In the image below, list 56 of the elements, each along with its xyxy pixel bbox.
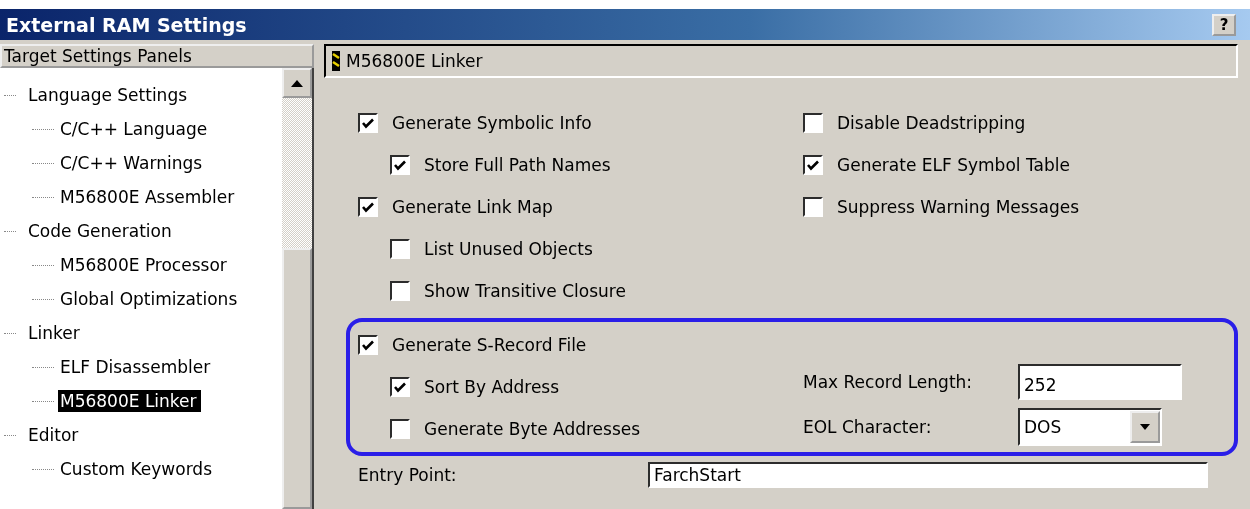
tree-item[interactable]: M56800E Assembler xyxy=(58,186,239,208)
tree-item[interactable]: Editor xyxy=(26,424,83,446)
tree-item[interactable]: C/C++ Language xyxy=(58,118,212,140)
checkbox[interactable] xyxy=(803,113,823,133)
checkbox-option[interactable]: Generate Byte Addresses xyxy=(358,408,803,450)
scroll-thumb[interactable] xyxy=(282,248,312,509)
field-label: Entry Point: xyxy=(358,465,458,485)
help-button[interactable]: ? xyxy=(1212,13,1236,36)
checkbox[interactable] xyxy=(390,155,410,175)
checkbox[interactable] xyxy=(358,113,378,133)
input-field[interactable]: FarchStart xyxy=(648,462,1208,488)
tree-item[interactable]: Linker xyxy=(26,322,84,344)
checkbox[interactable] xyxy=(803,197,823,217)
checkmark-icon xyxy=(394,381,406,393)
checkbox-option[interactable]: Store Full Path Names xyxy=(358,144,803,186)
tree-item[interactable]: Language Settings xyxy=(26,84,192,106)
tree-item[interactable]: ELF Disassembler xyxy=(58,356,215,378)
checkmark-icon xyxy=(394,159,406,171)
checkbox-option[interactable]: List Unused Objects xyxy=(358,228,803,270)
field-label: Max Record Length: xyxy=(803,372,974,392)
panel-title: M56800E Linker xyxy=(346,51,483,71)
checkbox[interactable] xyxy=(803,155,823,175)
caret-icon xyxy=(1140,424,1150,430)
window-title: External RAM Settings xyxy=(6,13,247,36)
checkbox-option[interactable]: Disable Deadstripping xyxy=(803,102,1238,144)
checkbox[interactable] xyxy=(390,239,410,259)
dropdown[interactable]: DOS xyxy=(1018,408,1162,446)
checkbox-option[interactable]: Generate S-Record File xyxy=(358,324,803,366)
checkbox-option[interactable]: Generate Symbolic Info xyxy=(358,102,803,144)
checkbox[interactable] xyxy=(358,197,378,217)
scrollbar[interactable] xyxy=(282,68,312,509)
checkbox-option[interactable]: Show Transitive Closure xyxy=(358,270,803,312)
checkmark-icon xyxy=(362,201,374,213)
checkbox[interactable] xyxy=(390,419,410,439)
tree-item[interactable]: M56800E Linker xyxy=(58,390,201,412)
panel-icon xyxy=(332,51,340,71)
input-field[interactable]: 252 xyxy=(1018,364,1182,400)
checkbox[interactable] xyxy=(390,377,410,397)
tree-item[interactable]: M56800E Processor xyxy=(58,254,231,276)
checkmark-icon xyxy=(362,117,374,129)
checkbox-option[interactable]: Generate ELF Symbol Table xyxy=(803,144,1238,186)
checkbox[interactable] xyxy=(390,281,410,301)
checkbox-option[interactable]: Generate Link Map xyxy=(358,186,803,228)
field-label: EOL Character: xyxy=(803,417,933,437)
checkbox-option[interactable]: Sort By Address xyxy=(358,366,803,408)
tree-item[interactable]: Global Optimizations xyxy=(58,288,242,310)
tree-item[interactable]: C/C++ Warnings xyxy=(58,152,207,174)
scroll-up-button[interactable] xyxy=(282,68,312,98)
up-arrow-icon xyxy=(291,79,303,87)
checkmark-icon xyxy=(807,159,819,171)
tree-item[interactable]: Code Generation xyxy=(26,220,176,242)
tree-item[interactable]: Custom Keywords xyxy=(58,458,216,480)
checkbox[interactable] xyxy=(358,335,378,355)
list-header: Target Settings Panels xyxy=(0,44,314,68)
checkbox-option[interactable]: Suppress Warning Messages xyxy=(803,186,1238,228)
checkmark-icon xyxy=(362,339,374,351)
